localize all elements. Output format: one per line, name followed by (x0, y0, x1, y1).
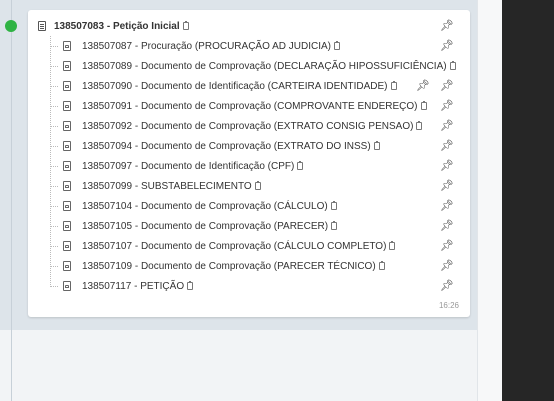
document-tree-card: 138507083 - Petição Inicial 📌︎ 138507087… (28, 10, 470, 317)
pdf-file-icon (63, 221, 71, 231)
tree-branch (50, 46, 58, 48)
pushpin-icon[interactable]: 📌︎ (440, 38, 454, 52)
document-label[interactable]: 138507094 - Documento de Comprovação (EX… (82, 141, 371, 152)
list-item[interactable]: 138507107 - Documento de Comprovação (CÁ… (63, 236, 396, 256)
pdf-file-icon (63, 261, 71, 271)
clipboard-icon[interactable] (373, 141, 380, 150)
clipboard-icon[interactable] (330, 201, 337, 210)
clipboard-icon[interactable] (449, 61, 456, 70)
list-item[interactable]: 138507099 - SUBSTABELECIMENTO (63, 176, 261, 196)
pdf-file-icon (63, 201, 71, 211)
timeline-line (11, 0, 12, 401)
tree-branch (50, 166, 58, 168)
document-label[interactable]: 138507089 - Documento de Comprovação (DE… (82, 61, 447, 72)
clipboard-icon[interactable] (378, 261, 385, 270)
pdf-file-icon (63, 161, 71, 171)
clipboard-icon[interactable] (390, 81, 397, 90)
list-item[interactable]: 138507104 - Documento de Comprovação (CÁ… (63, 196, 337, 216)
pdf-file-icon (63, 41, 71, 51)
document-label[interactable]: 138507087 - Procuração (PROCURAÇÃO AD JU… (82, 41, 331, 52)
pushpin-icon[interactable]: 📌︎ (440, 78, 454, 92)
tree-branch (50, 126, 58, 128)
pushpin-icon[interactable]: 📌︎ (440, 138, 454, 152)
document-label[interactable]: 138507097 - Documento de Identificação (… (82, 161, 294, 172)
document-label[interactable]: 138507117 - PETIÇÃO (82, 281, 184, 292)
tree-branch (50, 186, 58, 188)
tree-branch (50, 206, 58, 208)
clipboard-icon[interactable] (297, 161, 304, 170)
timeline-status-dot (5, 20, 17, 32)
list-item[interactable]: 138507094 - Documento de Comprovação (EX… (63, 136, 380, 156)
list-item[interactable]: 138507090 - Documento de Identificação (… (63, 76, 397, 96)
root-document-row[interactable]: 138507083 - Petição Inicial (38, 16, 189, 36)
pdf-file-icon (63, 61, 71, 71)
tree-branch (50, 266, 58, 268)
clipboard-icon[interactable] (420, 101, 427, 110)
list-item[interactable]: 138507105 - Documento de Comprovação (PA… (63, 216, 338, 236)
pushpin-icon[interactable]: 📌︎ (440, 178, 454, 192)
document-icon (38, 21, 46, 31)
list-item[interactable]: 138507109 - Documento de Comprovação (PA… (63, 256, 385, 276)
list-item[interactable]: 138507092 - Documento de Comprovação (EX… (63, 116, 423, 136)
tree-branch (50, 106, 58, 108)
pushpin-icon[interactable]: 📌︎ (440, 218, 454, 232)
tree-connector (50, 36, 52, 287)
pushpin-icon[interactable]: 📌︎ (440, 118, 454, 132)
scroll-gutter (477, 0, 502, 401)
lower-background (0, 330, 477, 401)
list-item[interactable]: 138507097 - Documento de Identificação (… (63, 156, 304, 176)
document-label[interactable]: 138507092 - Documento de Comprovação (EX… (82, 121, 413, 132)
list-item[interactable]: 138507087 - Procuração (PROCURAÇÃO AD JU… (63, 36, 340, 56)
pushpin-icon[interactable]: 📌︎ (440, 198, 454, 212)
clipboard-icon[interactable] (187, 281, 194, 290)
clipboard-icon[interactable] (182, 21, 189, 30)
tree-branch (50, 286, 58, 288)
tree-branch (50, 86, 58, 88)
pushpin-icon[interactable]: 📌︎ (440, 238, 454, 252)
clipboard-icon[interactable] (254, 181, 261, 190)
pushpin-icon[interactable]: 📌︎ (440, 158, 454, 172)
pdf-file-icon (63, 101, 71, 111)
pushpin-icon[interactable]: 📌︎ (440, 18, 454, 32)
pushpin-icon[interactable]: 📌︎ (440, 258, 454, 272)
document-label[interactable]: 138507090 - Documento de Identificação (… (82, 81, 388, 92)
document-label[interactable]: 138507109 - Documento de Comprovação (PA… (82, 261, 376, 272)
pdf-file-icon (63, 281, 71, 291)
document-label[interactable]: 138507099 - SUBSTABELECIMENTO (82, 181, 252, 192)
tree-branch (50, 246, 58, 248)
tree-branch (50, 146, 58, 148)
tree-branch (50, 66, 58, 68)
clipboard-icon[interactable] (331, 221, 338, 230)
pushpin-icon[interactable]: 📌︎ (440, 98, 454, 112)
tree-branch (50, 226, 58, 228)
document-label[interactable]: 138507091 - Documento de Comprovação (CO… (82, 101, 418, 112)
timestamp: 16:26 (438, 301, 459, 310)
pdf-file-icon (63, 181, 71, 191)
pushpin-icon[interactable]: 📌︎ (440, 278, 454, 292)
document-label[interactable]: 138507107 - Documento de Comprovação (CÁ… (82, 241, 386, 252)
pdf-file-icon (63, 121, 71, 131)
root-document-label[interactable]: 138507083 - Petição Inicial (54, 21, 180, 32)
pushpin-icon[interactable]: 📌︎ (416, 78, 430, 92)
clipboard-icon[interactable] (333, 41, 340, 50)
document-label[interactable]: 138507104 - Documento de Comprovação (CÁ… (82, 201, 328, 212)
pdf-file-icon (63, 241, 71, 251)
side-panel (502, 0, 554, 401)
clipboard-icon[interactable] (416, 121, 423, 130)
document-label[interactable]: 138507105 - Documento de Comprovação (PA… (82, 221, 328, 232)
pdf-file-icon (63, 81, 71, 91)
list-item[interactable]: 138507089 - Documento de Comprovação (DE… (63, 56, 456, 76)
clipboard-icon[interactable] (389, 241, 396, 250)
list-item[interactable]: 138507117 - PETIÇÃO (63, 276, 194, 296)
list-item[interactable]: 138507091 - Documento de Comprovação (CO… (63, 96, 427, 116)
pdf-file-icon (63, 141, 71, 151)
